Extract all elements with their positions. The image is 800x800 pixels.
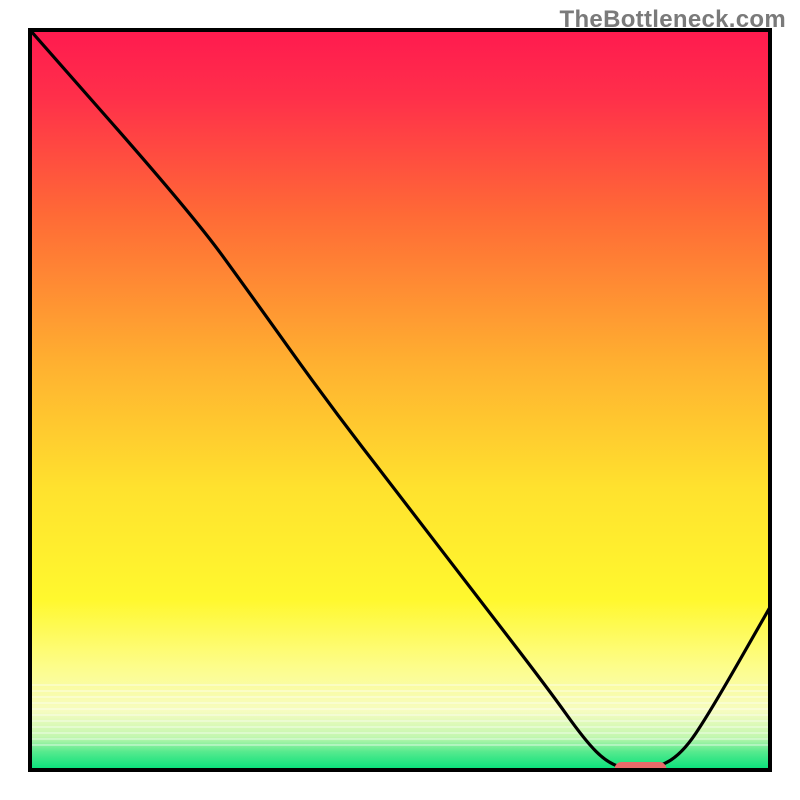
watermark-text: TheBottleneck.com [560, 6, 786, 34]
chart-svg [0, 0, 800, 800]
plot-area [30, 30, 770, 776]
gradient-background [30, 30, 770, 770]
chart-container: TheBottleneck.com [0, 0, 800, 800]
